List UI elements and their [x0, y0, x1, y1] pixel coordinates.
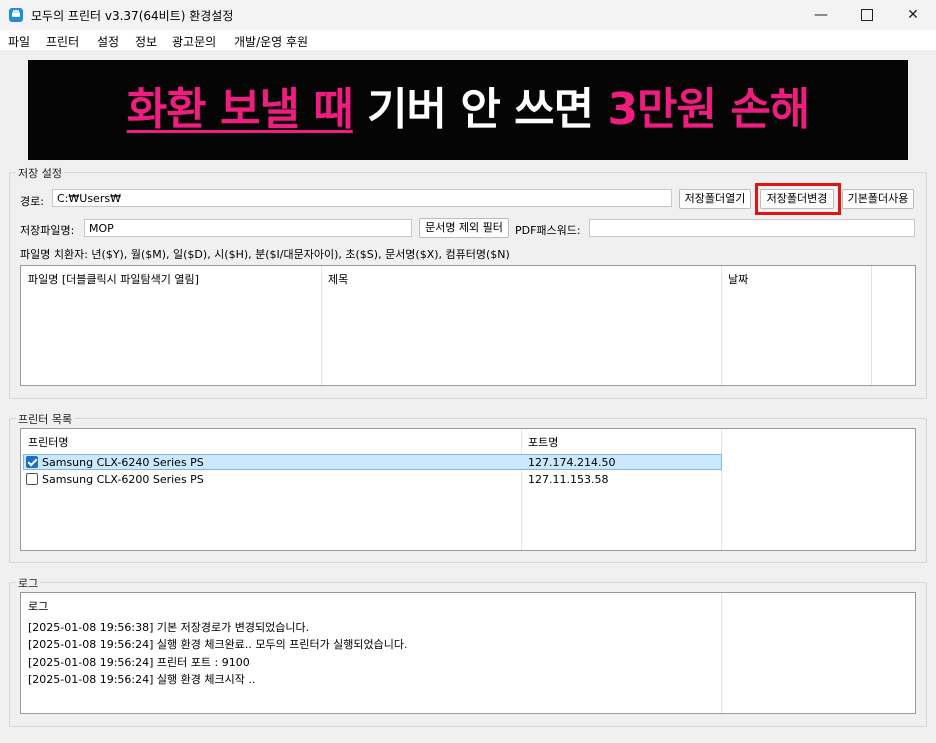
open-folder-button[interactable]: 저장폴더열기 [679, 189, 751, 209]
path-label: 경로: [20, 195, 44, 208]
log-entry: [2025-01-08 19:56:24] 프린터 포트 : 9100 [28, 656, 250, 669]
pdf-password-label: PDF패스워드: [515, 224, 581, 237]
minimize-button[interactable]: — [798, 0, 844, 30]
printer-port-2: 127.11.153.58 [528, 473, 609, 486]
menu-ad-inquiry[interactable]: 광고문의 [172, 33, 216, 50]
printer-list-table[interactable]: 프린터명 포트명 Samsung CLX-6240 Series PS 127.… [20, 428, 916, 551]
maximize-icon [861, 9, 873, 21]
column-header-title[interactable]: 제목 [328, 271, 348, 287]
menu-info[interactable]: 정보 [135, 33, 157, 50]
ad-banner-text: 화환 보낼 때 기버 안 쓰면 3만원 손해 [28, 60, 908, 160]
filename-label: 저장파일명: [20, 224, 75, 237]
filename-input[interactable]: MOP [84, 219, 412, 237]
log-group-title: 로그 [16, 575, 41, 591]
pdf-password-input[interactable] [589, 219, 915, 237]
title-bar: 모두의 프린터 v3.37(64비트) 환경설정 — ✕ [0, 0, 936, 30]
printer-list-title: 프린터 목록 [16, 411, 75, 427]
window-title: 모두의 프린터 v3.37(64비트) 환경설정 [31, 9, 234, 23]
menu-sponsor[interactable]: 개발/운영 후원 [234, 33, 308, 50]
menu-settings[interactable]: 설정 [97, 33, 119, 50]
column-header-port[interactable]: 포트명 [528, 434, 558, 450]
column-header-filename[interactable]: 파일명 [더블클릭시 파일탐색기 열림] [28, 271, 199, 287]
column-divider [521, 429, 522, 550]
printer-name-2[interactable]: Samsung CLX-6200 Series PS [42, 473, 204, 486]
ad-banner[interactable]: 화환 보낼 때 기버 안 쓰면 3만원 손해 [28, 60, 908, 160]
banner-text-1: 화환 보낼 때 [126, 84, 354, 135]
printer-app-icon [9, 8, 23, 22]
printer-checkbox-2[interactable] [26, 473, 38, 485]
column-divider [721, 266, 722, 385]
saved-files-table[interactable]: 파일명 [더블클릭시 파일탐색기 열림] 제목 날짜 [20, 265, 916, 386]
highlight-box [755, 183, 841, 215]
menu-file[interactable]: 파일 [8, 33, 30, 50]
column-divider [721, 429, 722, 550]
printer-port-1: 127.174.214.50 [528, 456, 616, 469]
column-header-log[interactable]: 로그 [28, 598, 48, 614]
menu-printer[interactable]: 프린터 [46, 33, 79, 50]
log-entry: [2025-01-08 19:56:24] 실행 환경 체크완료.. 모두의 프… [28, 638, 408, 651]
log-table[interactable]: 로그 [2025-01-08 19:56:38] 기본 저장경로가 변경되었습니… [20, 592, 916, 714]
close-button[interactable]: ✕ [890, 0, 936, 30]
maximize-button[interactable] [844, 0, 890, 30]
column-divider [321, 266, 322, 385]
save-settings-title: 저장 설정 [16, 165, 64, 181]
minimize-icon: — [814, 7, 828, 23]
column-divider [721, 593, 722, 713]
doc-filter-button[interactable]: 문서명 제외 필터 [419, 218, 509, 238]
menu-bar: 파일 프린터 설정 정보 광고문의 개발/운영 후원 [0, 30, 936, 50]
column-header-date[interactable]: 날짜 [728, 271, 748, 287]
close-icon: ✕ [907, 7, 919, 23]
default-folder-button[interactable]: 기본폴더사용 [842, 189, 914, 209]
log-entry: [2025-01-08 19:56:38] 기본 저장경로가 변경되었습니다. [28, 621, 310, 634]
column-header-printer-name[interactable]: 프린터명 [28, 434, 68, 450]
substitution-hint: 파일명 치환자: 년($Y), 월($M), 일($D), 시($H), 분($… [20, 248, 510, 261]
banner-text-3: 3만원 손해 [607, 84, 810, 135]
column-divider [871, 266, 872, 385]
log-entry: [2025-01-08 19:56:24] 실행 환경 체크시작 .. [28, 673, 256, 686]
path-input[interactable]: C:₩Users₩ [52, 189, 672, 207]
printer-checkbox-1[interactable] [26, 456, 38, 468]
banner-text-2: 기버 안 쓰면 [352, 84, 608, 135]
printer-name-1: Samsung CLX-6240 Series PS [42, 456, 204, 469]
